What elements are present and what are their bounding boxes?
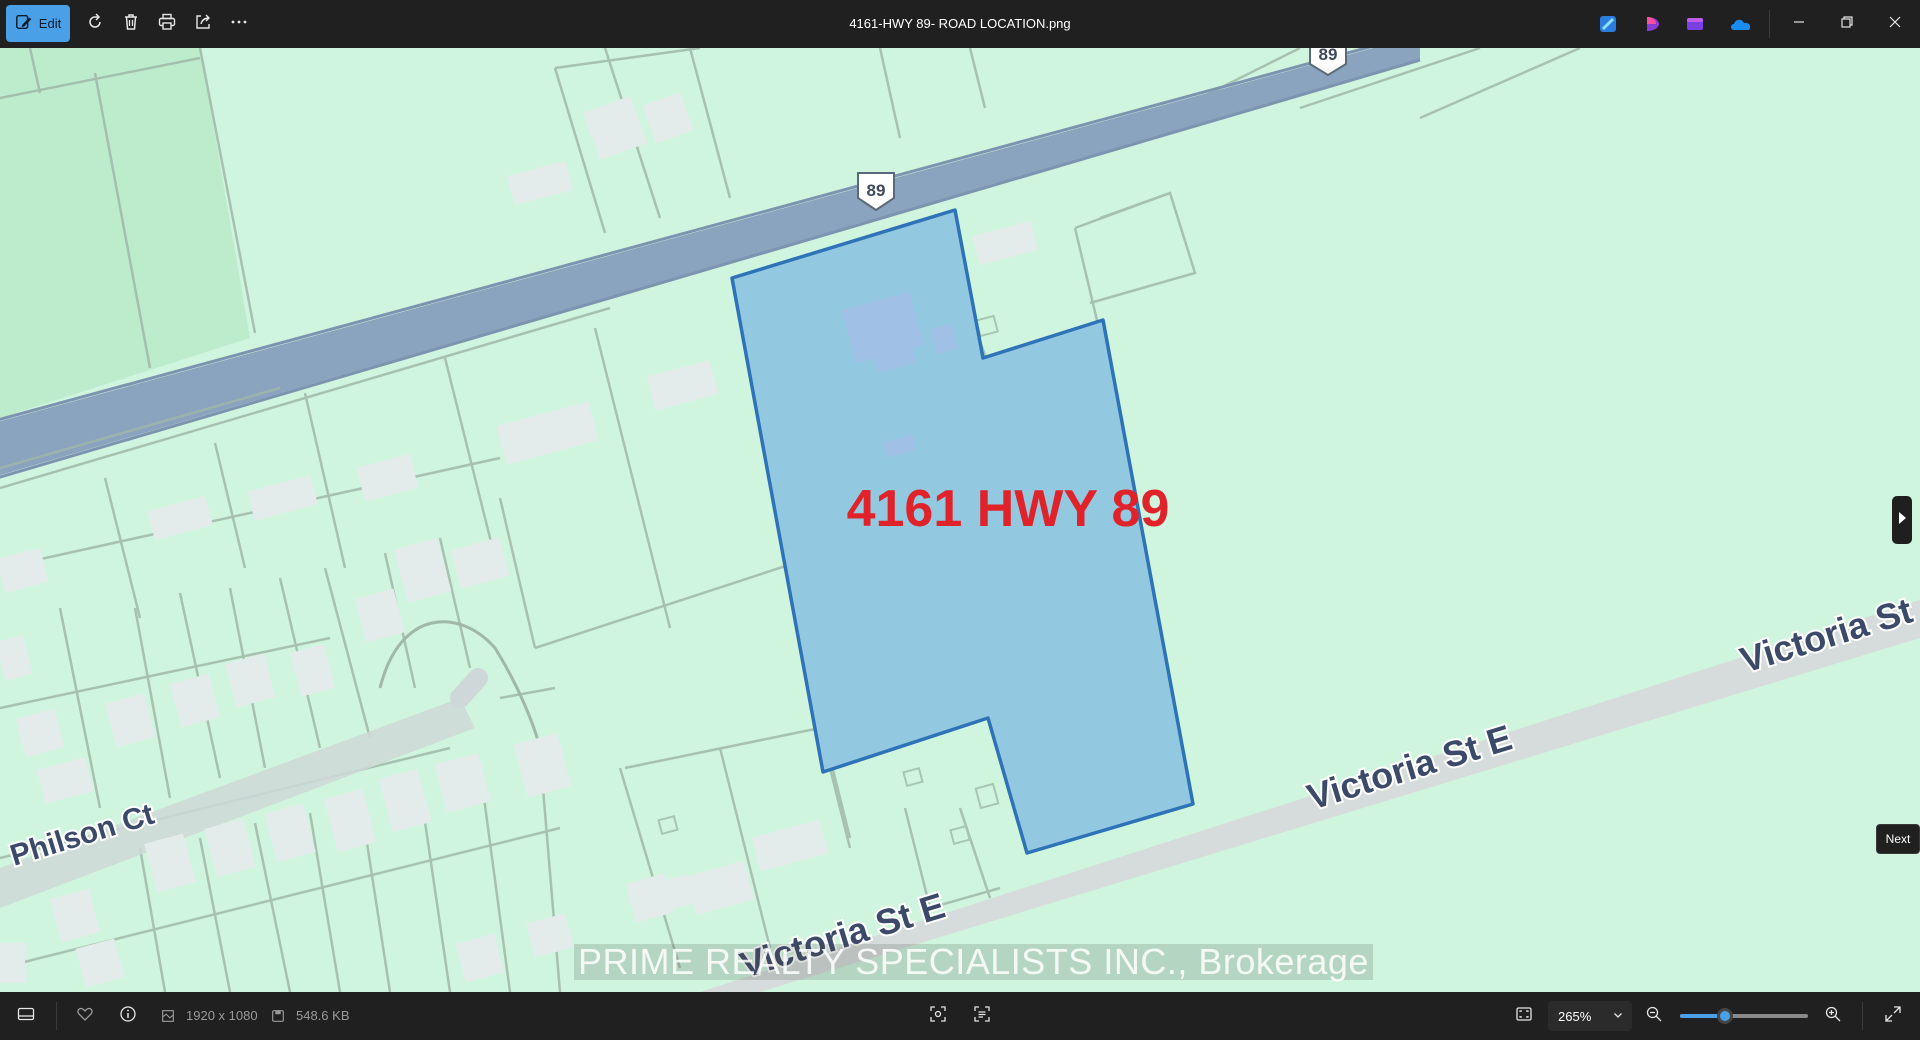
photos-icon[interactable] <box>1686 15 1704 33</box>
edit-button[interactable]: Edit <box>6 5 70 42</box>
titlebar-divider <box>1769 10 1770 38</box>
svg-text:89: 89 <box>867 181 886 200</box>
chevron-right-icon <box>1897 511 1907 530</box>
close-button[interactable] <box>1883 12 1907 36</box>
text-scan-icon <box>973 1005 991 1028</box>
map-image: 89 89 Victoria St E Victoria St E Victor… <box>0 48 1920 992</box>
dimensions-icon <box>160 1006 176 1026</box>
share-icon <box>193 12 213 37</box>
chevron-down-icon <box>1612 1009 1624 1024</box>
zoom-level-value: 265% <box>1558 1008 1592 1024</box>
clipchamp-icon[interactable] <box>1643 15 1661 33</box>
zoom-in-button[interactable] <box>1823 1006 1843 1026</box>
edit-label: Edit <box>38 16 62 31</box>
minimize-button[interactable] <box>1787 12 1811 36</box>
zoom-out-icon <box>1645 1005 1663 1028</box>
share-button[interactable] <box>185 6 221 42</box>
statusbar-divider <box>56 1002 57 1030</box>
next-button[interactable] <box>1892 496 1912 544</box>
edit-icon <box>15 13 33 34</box>
filmstrip-button[interactable] <box>16 1006 36 1026</box>
zoom-slider-thumb[interactable] <box>1716 1008 1733 1024</box>
zoom-slider[interactable] <box>1680 1008 1808 1024</box>
restore-button[interactable] <box>1835 12 1859 36</box>
fit-to-window-button[interactable] <box>1514 1006 1534 1026</box>
filmstrip-icon <box>17 1005 35 1028</box>
property-label: 4161 HWY 89 <box>847 480 1170 538</box>
minimize-icon <box>1792 15 1806 34</box>
onedrive-icon[interactable] <box>1729 15 1753 33</box>
favorite-button[interactable] <box>75 1006 95 1026</box>
restore-icon <box>1840 15 1854 34</box>
delete-icon <box>121 12 141 37</box>
more-icon <box>229 12 249 37</box>
image-viewer[interactable]: 89 89 Victoria St E Victoria St E Victor… <box>0 48 1920 992</box>
print-icon <box>157 12 177 37</box>
watermark: PRIME REALTY SPECIALISTS INC., Brokerage <box>574 944 1373 980</box>
more-button[interactable] <box>221 6 257 42</box>
rotate-button[interactable] <box>77 6 113 42</box>
visual-search-button[interactable] <box>928 1005 948 1028</box>
close-icon <box>1888 15 1902 34</box>
full-screen-button[interactable] <box>1883 1005 1903 1028</box>
next-tooltip: Next <box>1876 824 1920 854</box>
rotate-icon <box>85 12 105 37</box>
image-dimensions: 1920 x 1080 <box>186 1008 258 1023</box>
title-bar: Edit 4161-HWY 89- ROAD LOCATION.png <box>0 0 1920 48</box>
text-scan-button[interactable] <box>972 1005 992 1028</box>
file-size-icon <box>270 1006 286 1026</box>
delete-button[interactable] <box>113 6 149 42</box>
statusbar-divider-right <box>1862 1002 1863 1030</box>
designer-icon[interactable] <box>1599 15 1617 33</box>
file-size: 548.6 KB <box>296 1008 350 1023</box>
expand-icon <box>1884 1005 1902 1028</box>
visual-search-icon <box>929 1005 947 1028</box>
fit-window-icon <box>1515 1005 1533 1028</box>
svg-text:89: 89 <box>1319 48 1338 64</box>
zoom-level-dropdown[interactable]: 265% <box>1548 1001 1632 1031</box>
zoom-in-icon <box>1824 1005 1842 1028</box>
status-bar: 1920 x 1080 548.6 KB 265% <box>0 992 1920 1040</box>
window-title: 4161-HWY 89- ROAD LOCATION.png <box>849 16 1071 31</box>
info-button[interactable] <box>118 1005 138 1028</box>
info-icon <box>119 1005 137 1028</box>
print-button[interactable] <box>149 6 185 42</box>
zoom-out-button[interactable] <box>1644 1006 1664 1026</box>
heart-icon <box>76 1005 94 1028</box>
